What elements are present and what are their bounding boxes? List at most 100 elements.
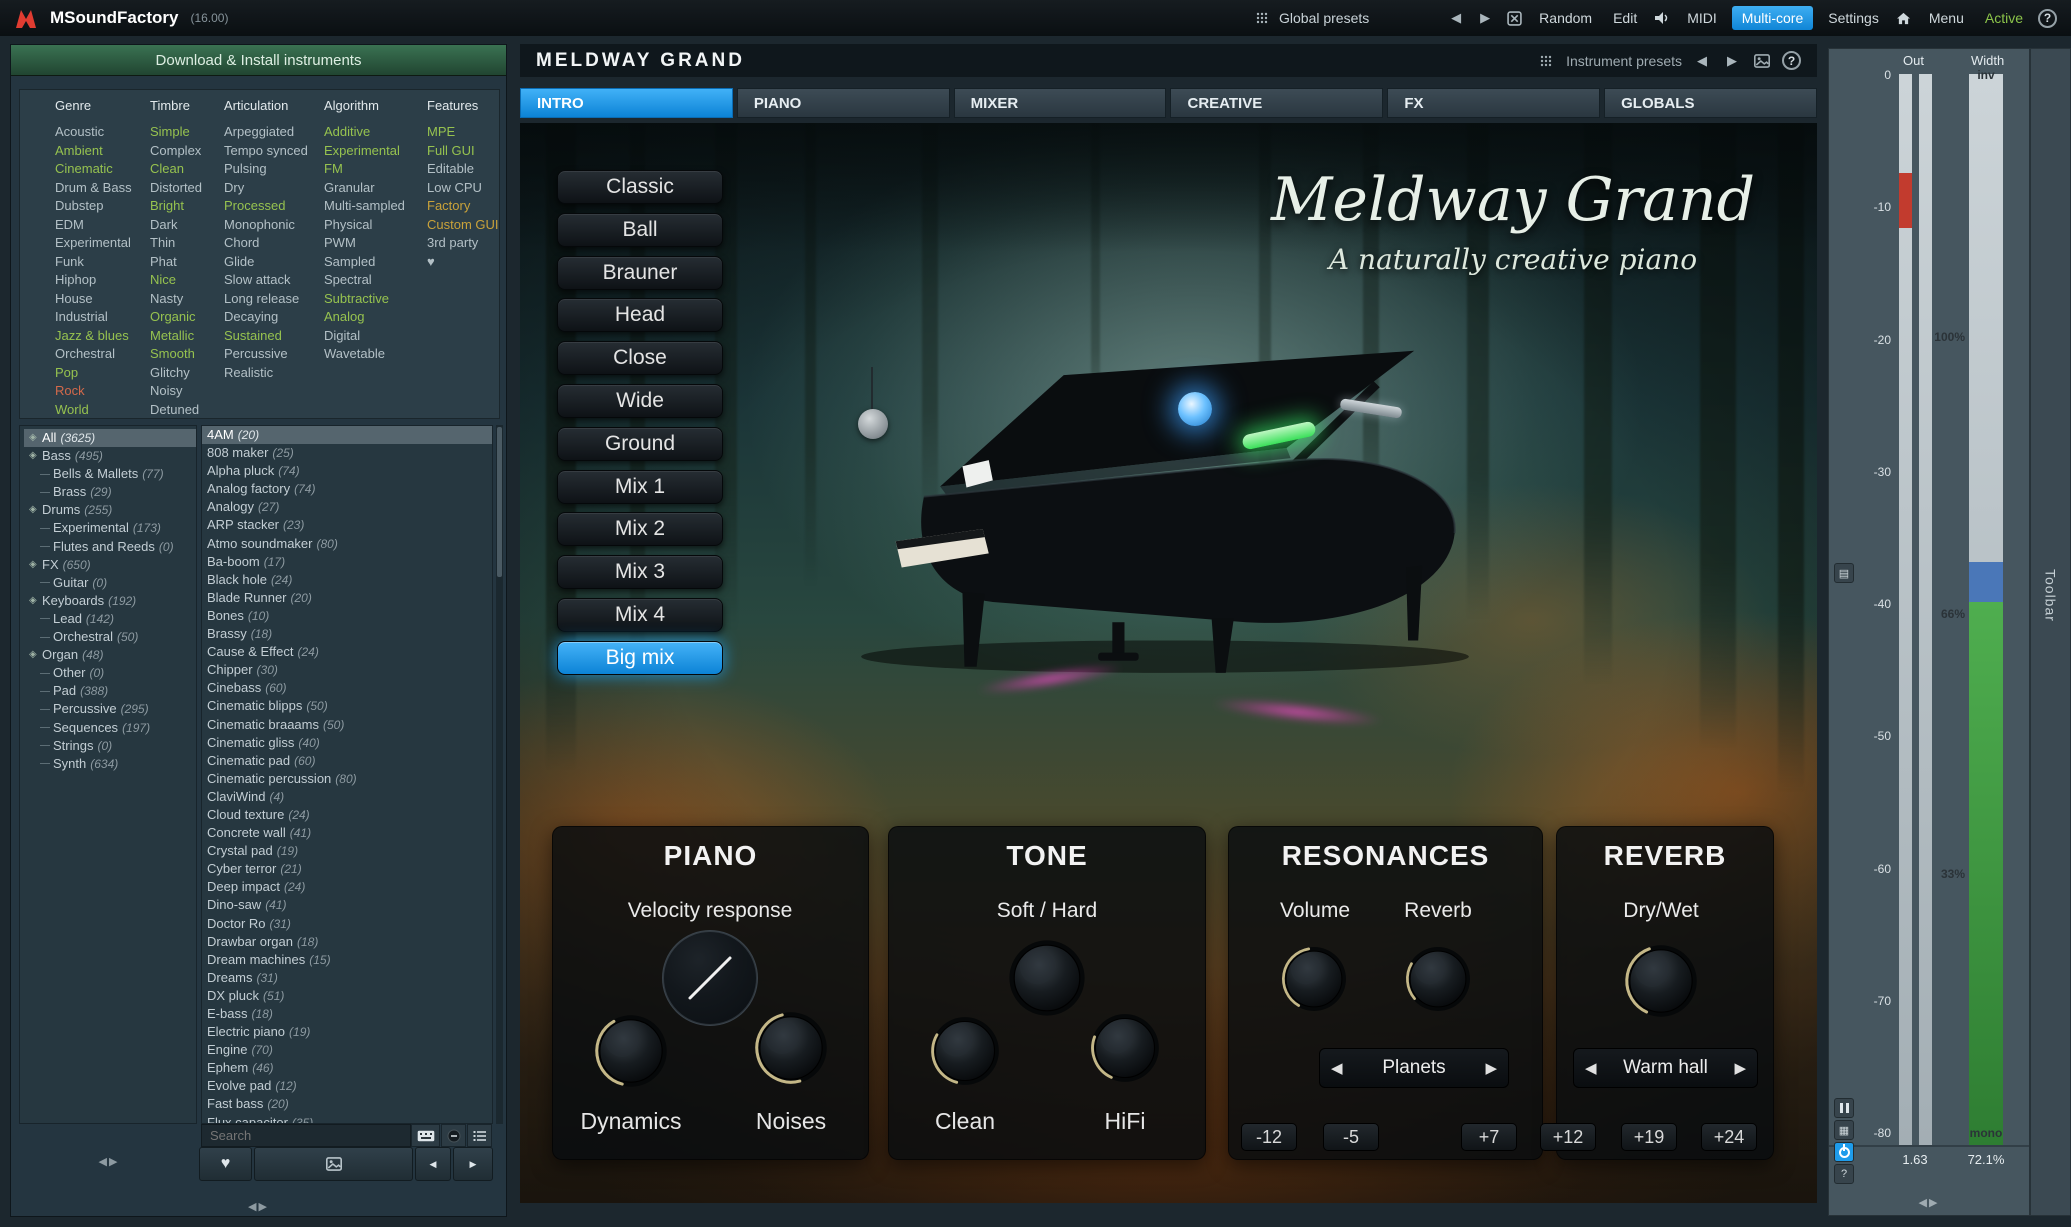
- category-guitar[interactable]: Guitar (0): [24, 574, 196, 592]
- help-icon[interactable]: ?: [1834, 1164, 1854, 1184]
- instrument-cinematic-percussion[interactable]: Cinematic percussion (80): [202, 770, 492, 788]
- next-arrow-icon[interactable]: ▶: [1475, 8, 1495, 28]
- instrument-dino-saw[interactable]: Dino-saw (41): [202, 896, 492, 914]
- instrument-doctor-ro[interactable]: Doctor Ro (31): [202, 915, 492, 933]
- active-toggle[interactable]: Active: [1979, 7, 2029, 29]
- filter-distorted[interactable]: Distorted: [150, 179, 224, 198]
- category-drums[interactable]: ◈ Drums (255): [24, 501, 196, 519]
- filter-metallic[interactable]: Metallic: [150, 327, 224, 346]
- filter-physical[interactable]: Physical: [324, 216, 427, 235]
- filter-factory[interactable]: Factory: [427, 197, 499, 216]
- filter-sampled[interactable]: Sampled: [324, 253, 427, 272]
- filter-edm[interactable]: EDM: [55, 216, 150, 235]
- prev-instrument-button[interactable]: ◀: [415, 1147, 451, 1181]
- filter-world[interactable]: World: [55, 401, 150, 420]
- filter-decaying[interactable]: Decaying: [224, 308, 324, 327]
- instrument-drawbar-organ[interactable]: Drawbar organ (18): [202, 933, 492, 951]
- offset-button-12[interactable]: +12: [1540, 1123, 1596, 1151]
- preview-image-button[interactable]: [254, 1147, 413, 1181]
- category-lead[interactable]: Lead (142): [24, 610, 196, 628]
- instrument-claviwind[interactable]: ClaviWind (4): [202, 788, 492, 806]
- filter-fm[interactable]: FM: [324, 160, 427, 179]
- reverb-type-selector[interactable]: ◀ Warm hall ▶: [1573, 1048, 1758, 1088]
- instrument-dreams[interactable]: Dreams (31): [202, 969, 492, 987]
- category-organ[interactable]: ◈ Organ (48): [24, 646, 196, 664]
- soft-hard-knob[interactable]: [1007, 938, 1087, 1018]
- filter-dubstep[interactable]: Dubstep: [55, 197, 150, 216]
- filter-cinematic[interactable]: Cinematic: [55, 160, 150, 179]
- instrument-cinematic-pad[interactable]: Cinematic pad (60): [202, 752, 492, 770]
- filter-tempo-synced[interactable]: Tempo synced: [224, 142, 324, 161]
- instrument-cloud-texture[interactable]: Cloud texture (24): [202, 806, 492, 824]
- filter-additive[interactable]: Additive: [324, 123, 427, 142]
- help-icon[interactable]: ?: [1782, 51, 1801, 70]
- filter-sustained[interactable]: Sustained: [224, 327, 324, 346]
- resonance-type-selector[interactable]: ◀ Planets ▶: [1319, 1048, 1509, 1088]
- filter-clean[interactable]: Clean: [150, 160, 224, 179]
- preset-head[interactable]: Head: [557, 298, 723, 333]
- filter-glide[interactable]: Glide: [224, 253, 324, 272]
- instrument-cyber-terror[interactable]: Cyber terror (21): [202, 860, 492, 878]
- filter-custom-gui[interactable]: Custom GUI: [427, 216, 499, 235]
- category-flutes-and-reeds[interactable]: Flutes and Reeds (0): [24, 538, 196, 556]
- prev-arrow-icon[interactable]: ◀: [1446, 8, 1466, 28]
- category-keyboards[interactable]: ◈ Keyboards (192): [24, 592, 196, 610]
- dynamics-knob[interactable]: [593, 1013, 669, 1089]
- filter-multi-sampled[interactable]: Multi-sampled: [324, 197, 427, 216]
- virtual-keyboard-icon[interactable]: [411, 1124, 440, 1147]
- filter-realistic[interactable]: Realistic: [224, 364, 324, 383]
- filter-long-release[interactable]: Long release: [224, 290, 324, 309]
- dry-wet-knob[interactable]: [1623, 943, 1699, 1019]
- filter-smooth[interactable]: Smooth: [150, 345, 224, 364]
- next-preset-icon[interactable]: ▶: [1722, 51, 1742, 71]
- offset-button-24[interactable]: +24: [1701, 1123, 1757, 1151]
- instrument-analog-factory[interactable]: Analog factory (74): [202, 480, 492, 498]
- category-orchestral[interactable]: Orchestral (50): [24, 628, 196, 646]
- preset-brauner[interactable]: Brauner: [557, 255, 723, 290]
- preset-mix-2[interactable]: Mix 2: [557, 512, 723, 547]
- filter-dark[interactable]: Dark: [150, 216, 224, 235]
- category-all[interactable]: ◈ All (3625): [24, 429, 196, 448]
- category-fx[interactable]: ◈ FX (650): [24, 556, 196, 574]
- category-bells-mallets[interactable]: Bells & Mallets (77): [24, 465, 196, 483]
- filter-glitchy[interactable]: Glitchy: [150, 364, 224, 383]
- preset-big-mix[interactable]: Big mix: [557, 640, 723, 675]
- offset-button-5[interactable]: -5: [1323, 1123, 1379, 1151]
- filter-3rd-party[interactable]: 3rd party: [427, 234, 499, 253]
- instrument-presets-button[interactable]: Instrument presets: [1566, 53, 1682, 69]
- filter-percussive[interactable]: Percussive: [224, 345, 324, 364]
- instrument-evolve-pad[interactable]: Evolve pad (12): [202, 1077, 492, 1095]
- pause-icon[interactable]: [1834, 1098, 1854, 1118]
- category-brass[interactable]: Brass (29): [24, 483, 196, 501]
- toolbar-strip[interactable]: Toolbar: [2030, 48, 2071, 1216]
- instrument-bones[interactable]: Bones (10): [202, 607, 492, 625]
- instrument-dream-machines[interactable]: Dream machines (15): [202, 951, 492, 969]
- category-pad[interactable]: Pad (388): [24, 682, 196, 700]
- tab-globals[interactable]: GLOBALS: [1604, 88, 1817, 118]
- help-icon[interactable]: ?: [2038, 8, 2057, 28]
- speaker-icon[interactable]: [1652, 8, 1672, 28]
- instrument-chipper[interactable]: Chipper (30): [202, 661, 492, 679]
- tab-piano[interactable]: PIANO: [736, 88, 950, 118]
- instrument-cinebass[interactable]: Cinebass (60): [202, 679, 492, 697]
- filter-nice[interactable]: Nice: [150, 271, 224, 290]
- instrument-atmo-soundmaker[interactable]: Atmo soundmaker (80): [202, 535, 492, 553]
- preset-ball[interactable]: Ball: [557, 212, 723, 247]
- filter-subtractive[interactable]: Subtractive: [324, 290, 427, 309]
- tab-mixer[interactable]: MIXER: [953, 88, 1167, 118]
- category-bass[interactable]: ◈ Bass (495): [24, 447, 196, 465]
- instrument-concrete-wall[interactable]: Concrete wall (41): [202, 824, 492, 842]
- preset-mix-3[interactable]: Mix 3: [557, 555, 723, 590]
- random-button[interactable]: Random: [1533, 7, 1598, 29]
- filter-slow-attack[interactable]: Slow attack: [224, 271, 324, 290]
- category-other[interactable]: Other (0): [24, 664, 196, 682]
- filter-experimental[interactable]: Experimental: [55, 234, 150, 253]
- preset-classic[interactable]: Classic: [557, 170, 723, 204]
- favorite-heart-button[interactable]: ♥: [199, 1147, 252, 1181]
- filter-pwm[interactable]: PWM: [324, 234, 427, 253]
- settings-button[interactable]: Settings: [1822, 7, 1885, 29]
- filter-bright[interactable]: Bright: [150, 197, 224, 216]
- meter-settings-icon[interactable]: ▤: [1834, 563, 1854, 583]
- instrument-ephem[interactable]: Ephem (46): [202, 1059, 492, 1077]
- instrument-black-hole[interactable]: Black hole (24): [202, 571, 492, 589]
